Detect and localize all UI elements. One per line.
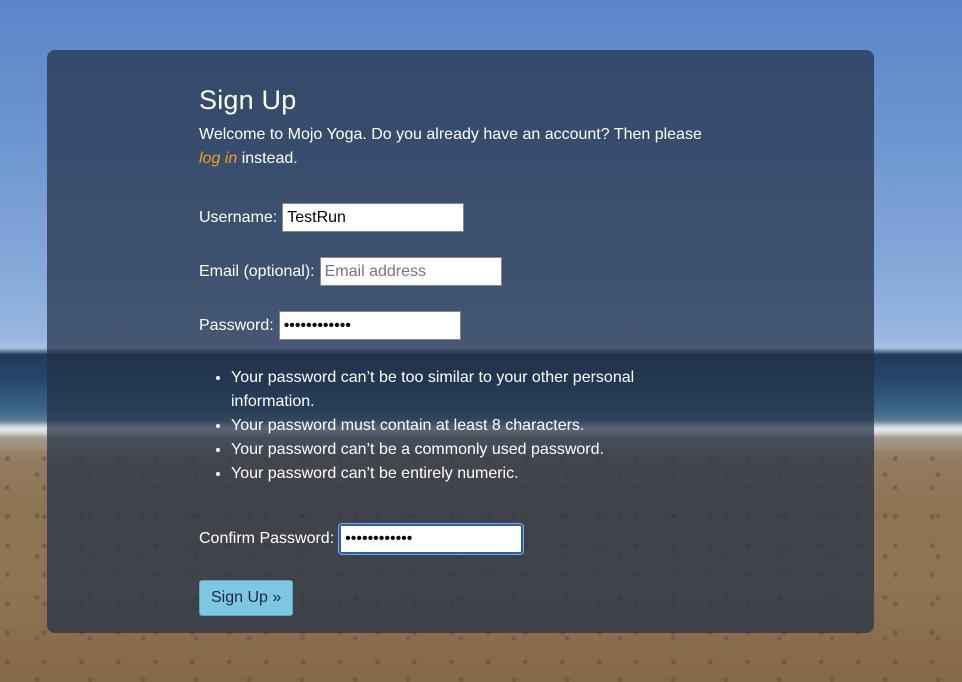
password-input[interactable] [278,311,461,340]
password-label: Password: [199,316,274,334]
username-input[interactable] [282,203,465,232]
email-label: Email (optional): [199,262,315,280]
intro-text: Welcome to Mojo Yoga. Do you already hav… [199,123,719,171]
password-help-item: Your password can’t be entirely numeric. [231,462,711,486]
email-input[interactable] [319,257,502,286]
confirm-password-input[interactable] [339,524,524,554]
password-help-item: Your password can’t be too similar to yo… [231,366,711,414]
password-help-list: Your password can’t be too similar to yo… [199,366,711,486]
username-row: Username: [199,203,465,232]
signup-content: Sign Up Welcome to Mojo Yoga. Do you alr… [199,82,719,616]
login-link[interactable]: log in [199,150,237,167]
confirm-password-row: Confirm Password: [199,524,524,554]
intro-suffix: instead. [237,150,298,167]
signup-button[interactable]: Sign Up » [199,580,294,616]
password-help-item: Your password must contain at least 8 ch… [231,414,711,438]
confirm-password-label: Confirm Password: [199,530,335,547]
password-row: Password: [199,311,461,340]
password-help-item: Your password can’t be a commonly used p… [231,438,711,462]
email-row: Email (optional): [199,257,502,286]
intro-text-main: Welcome to Mojo Yoga. Do you already hav… [199,126,702,143]
username-label: Username: [199,208,278,226]
page-title: Sign Up [199,85,297,115]
